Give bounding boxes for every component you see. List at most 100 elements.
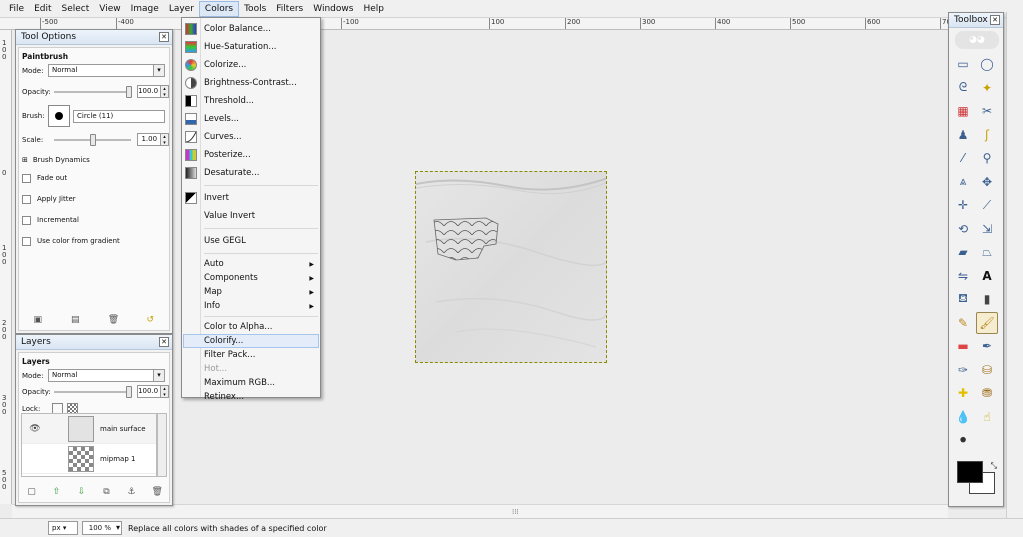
incremental-checkbox[interactable]: Incremental [22, 211, 169, 229]
fade-out-checkbox[interactable]: Fade out [22, 169, 169, 187]
menu-threshold[interactable]: Threshold... [182, 92, 320, 110]
horizontal-scrollbar[interactable]: ⁞⁞⁞ [12, 504, 948, 518]
menu-edit[interactable]: Edit [29, 1, 56, 17]
menu-tools[interactable]: Tools [239, 1, 271, 17]
menu-info[interactable]: Info ▶ [182, 299, 320, 313]
menu-brightness-contrast[interactable]: Brightness-Contrast... [182, 74, 320, 92]
save-options-icon[interactable]: ▣ [33, 315, 43, 325]
dock-title[interactable]: Layers ✕ [16, 335, 172, 350]
brush-name-field[interactable]: Circle (11) [73, 109, 165, 123]
color-select-icon[interactable]: ▦ [952, 100, 974, 122]
eye-icon[interactable]: 👁 [22, 424, 48, 434]
menu-filters[interactable]: Filters [271, 1, 308, 17]
zoom-select[interactable]: 100 % [82, 521, 122, 535]
scale-spin[interactable]: 1.00 [137, 133, 162, 146]
paths-icon[interactable]: ʃ [976, 124, 998, 146]
zoom-icon[interactable]: ⚲ [976, 147, 998, 169]
menu-filter-pack[interactable]: Filter Pack... [182, 348, 320, 362]
layer-row[interactable]: mipmap 1 [22, 444, 156, 474]
heal-icon[interactable]: ✚ [952, 382, 974, 404]
menu-hue-saturation[interactable]: Hue-Saturation... [182, 38, 320, 56]
layer-opacity-slider[interactable] [54, 385, 132, 398]
vertical-scrollbar[interactable] [1006, 12, 1023, 518]
apply-jitter-checkbox[interactable]: Apply Jitter [22, 190, 169, 208]
blend-icon[interactable]: ▮ [976, 288, 998, 310]
menu-auto[interactable]: Auto ▶ [182, 257, 320, 271]
flip-icon[interactable]: ⇋ [952, 265, 974, 287]
swap-colors-icon[interactable]: ⤡ [991, 461, 997, 471]
slider-knob[interactable] [89, 133, 96, 146]
menu-file[interactable]: File [4, 1, 29, 17]
clone-icon[interactable]: ⛁ [976, 359, 998, 381]
duplicate-layer-icon[interactable]: ⧉ [102, 487, 112, 497]
menu-components[interactable]: Components ▶ [182, 271, 320, 285]
rect-select-icon[interactable]: ▭ [952, 53, 974, 75]
opacity-slider[interactable] [54, 85, 132, 98]
use-gradient-checkbox[interactable]: Use color from gradient [22, 232, 169, 250]
align-icon[interactable]: ✛ [952, 194, 974, 216]
slider-knob[interactable] [126, 385, 132, 398]
close-icon[interactable]: ✕ [990, 15, 1000, 25]
slider-knob[interactable] [126, 85, 132, 98]
dodge-burn-icon[interactable]: ⚫ [952, 429, 974, 451]
ink-icon[interactable]: ✑ [952, 359, 974, 381]
anchor-icon[interactable]: ⚓ [127, 487, 137, 497]
perspective-icon[interactable]: ⏢ [976, 241, 998, 263]
layer-mode-select[interactable]: Normal ▾ [48, 369, 165, 382]
menu-help[interactable]: Help [358, 1, 389, 17]
move-icon[interactable]: ✥ [976, 171, 998, 193]
menu-map[interactable]: Map ▶ [182, 285, 320, 299]
menu-colorify[interactable]: Colorify... [183, 334, 319, 348]
new-layer-icon[interactable]: ▢ [27, 487, 37, 497]
menu-color-balance[interactable]: Color Balance... [182, 20, 320, 38]
opacity-spin[interactable]: 100.0 [137, 85, 162, 98]
dock-title[interactable]: Toolbox ✕ [949, 13, 1003, 28]
menu-posterize[interactable]: Posterize... [182, 146, 320, 164]
menu-use-gegl[interactable]: Use GEGL [182, 232, 320, 250]
menu-invert[interactable]: Invert [182, 189, 320, 207]
close-icon[interactable]: ✕ [159, 32, 169, 42]
menu-windows[interactable]: Windows [308, 1, 358, 17]
layer-row[interactable]: 👁 main surface [22, 414, 156, 444]
menu-colorize[interactable]: Colorize... [182, 56, 320, 74]
lower-layer-icon[interactable]: ⇩ [77, 487, 87, 497]
menu-select[interactable]: Select [57, 1, 95, 17]
spin-arrows-icon[interactable]: ▴ ▾ [161, 85, 169, 98]
eraser-icon[interactable]: ▬ [952, 335, 974, 357]
menu-layer[interactable]: Layer [164, 1, 199, 17]
delete-icon[interactable]: 🗑 [152, 487, 163, 497]
layers-scrollbar[interactable] [157, 413, 167, 477]
fuzzy-select-icon[interactable]: ✦ [976, 77, 998, 99]
perspective-clone-icon[interactable]: ⛃ [976, 382, 998, 404]
menu-levels[interactable]: Levels... [182, 110, 320, 128]
measure-icon[interactable]: ⩓ [952, 171, 974, 193]
crop-icon[interactable]: ⟋ [976, 194, 998, 216]
menu-maximum-rgb[interactable]: Maximum RGB... [182, 376, 320, 390]
text-icon[interactable]: A [976, 265, 998, 287]
close-icon[interactable]: ✕ [159, 337, 169, 347]
foreground-select-icon[interactable]: ♟ [952, 124, 974, 146]
menu-curves[interactable]: Curves... [182, 128, 320, 146]
bucket-fill-icon[interactable]: ⛾ [952, 288, 974, 310]
menu-value-invert[interactable]: Value Invert [182, 207, 320, 225]
ellipse-select-icon[interactable]: ◯ [976, 53, 998, 75]
paintbrush-icon[interactable]: 🖌 [976, 311, 998, 334]
menu-color-to-alpha[interactable]: Color to Alpha... [182, 320, 320, 334]
scissors-icon[interactable]: ✂ [976, 100, 998, 122]
menu-colors[interactable]: Colors [198, 0, 240, 17]
menu-image[interactable]: Image [126, 1, 164, 17]
smudge-icon[interactable]: ☝ [976, 406, 998, 428]
scale-icon[interactable]: ⇲ [976, 218, 998, 240]
layer-opacity-spin[interactable]: 100.0 [137, 385, 162, 398]
blur-icon[interactable]: 💧 [952, 406, 974, 428]
dock-title[interactable]: Tool Options ✕ [16, 30, 172, 45]
spin-arrows-icon[interactable]: ▴ ▾ [161, 385, 169, 398]
delete-icon[interactable]: 🗑 [108, 315, 119, 325]
menu-retinex[interactable]: Retinex... [182, 390, 320, 404]
menu-view[interactable]: View [94, 1, 125, 17]
airbrush-icon[interactable]: ✒ [976, 335, 998, 357]
image-surface[interactable] [415, 171, 607, 363]
restore-options-icon[interactable]: ▤ [70, 315, 80, 325]
unit-select[interactable]: px ▾ [48, 521, 78, 535]
raise-layer-icon[interactable]: ⇧ [52, 487, 62, 497]
